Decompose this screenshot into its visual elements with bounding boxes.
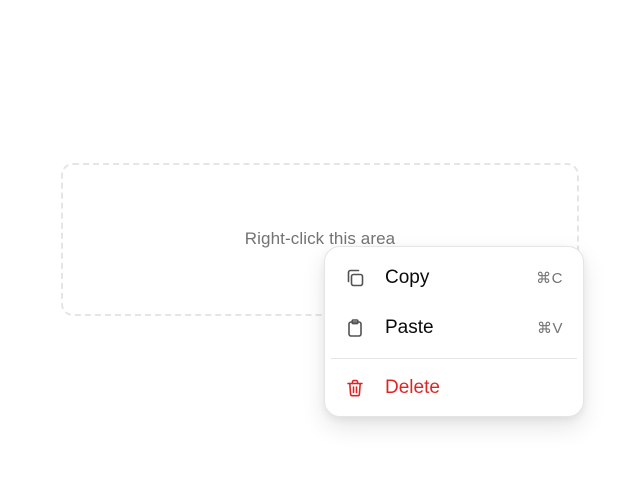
- page: Right-click this area Copy ⌘C Paste ⌘V D…: [0, 0, 640, 480]
- menu-item-label: Paste: [385, 317, 434, 338]
- menu-separator: [331, 358, 577, 359]
- menu-item-label: Copy: [385, 267, 430, 288]
- copy-icon: [345, 268, 365, 288]
- menu-item-delete[interactable]: Delete: [331, 363, 577, 413]
- menu-item-shortcut: ⌘V: [536, 320, 563, 337]
- trash-icon: [345, 378, 365, 398]
- menu-item-copy[interactable]: Copy ⌘C: [331, 253, 577, 303]
- menu-item-paste[interactable]: Paste ⌘V: [331, 303, 577, 353]
- clipboard-icon: [345, 318, 365, 338]
- context-menu: Copy ⌘C Paste ⌘V Delete: [324, 246, 584, 417]
- menu-item-shortcut: ⌘C: [536, 270, 563, 287]
- menu-item-label: Delete: [385, 377, 440, 398]
